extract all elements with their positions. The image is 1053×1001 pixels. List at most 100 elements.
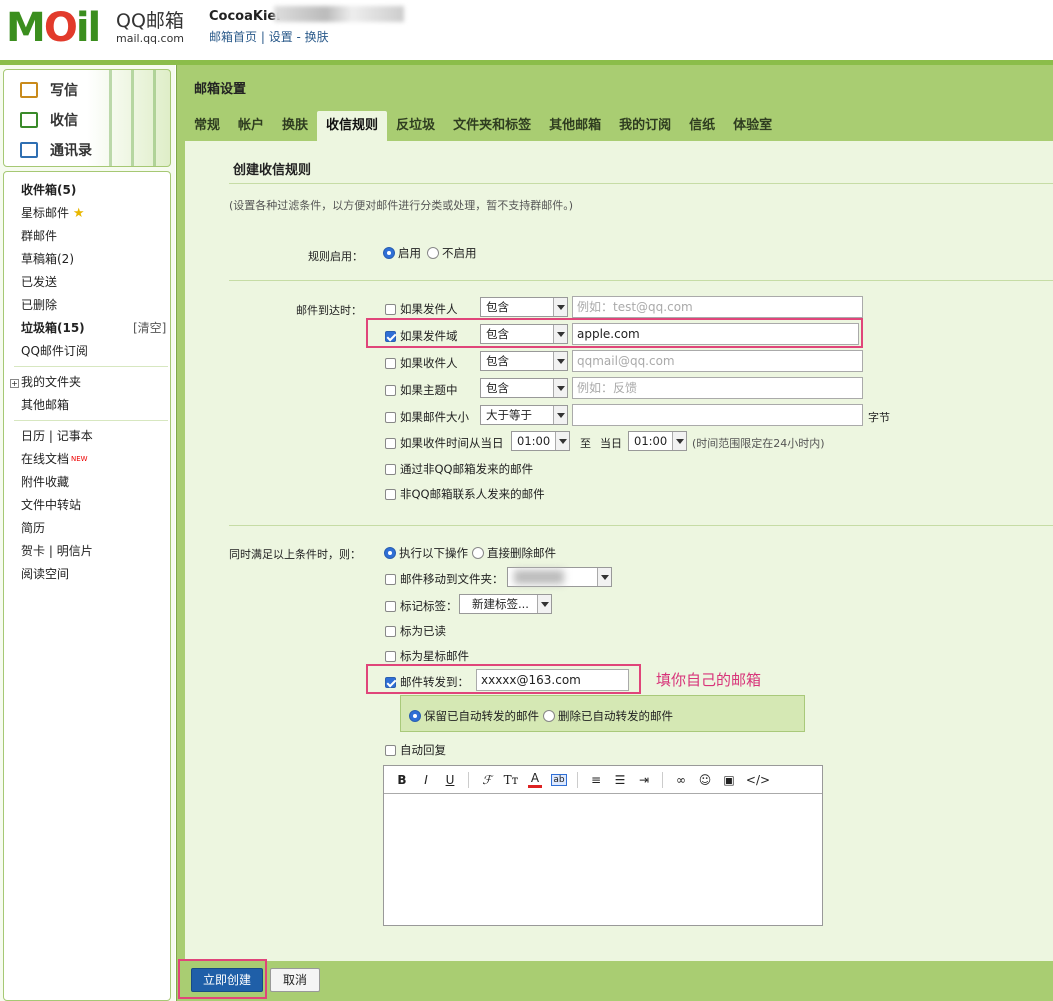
nav-attachments[interactable]: 附件收藏 — [21, 474, 69, 490]
nav-calendar[interactable]: 日历 — [21, 429, 45, 443]
time-to-label: 至 — [580, 437, 591, 450]
delete-direct-radio[interactable] — [472, 547, 484, 559]
emoji-icon[interactable]: ☺ — [693, 773, 717, 787]
compose-button[interactable]: 写信 — [20, 78, 78, 102]
page-title: 邮箱设置 — [194, 82, 247, 97]
font-family-icon[interactable]: ℱ — [475, 773, 499, 787]
cond-size-input[interactable] — [572, 404, 863, 426]
expand-icon[interactable]: + — [10, 379, 19, 388]
exec-ops-radio[interactable] — [384, 547, 396, 559]
image-icon[interactable]: ▣ — [717, 773, 741, 787]
cond-subject-checkbox[interactable] — [385, 384, 396, 396]
highlight-box — [178, 959, 267, 999]
tab-lab[interactable]: 体验室 — [724, 111, 781, 141]
cond-time-checkbox[interactable] — [385, 437, 396, 449]
cond-recipient-op-select[interactable]: 包含 — [480, 351, 568, 371]
reply-text-area[interactable] — [384, 794, 822, 925]
annotation-text: 填你自己的邮箱 — [656, 671, 762, 689]
tag-select[interactable]: 新建标签... — [459, 594, 552, 614]
cancel-button[interactable]: 取消 — [270, 968, 320, 992]
nav-inbox[interactable]: 收件箱(5) — [21, 182, 76, 198]
time-hint: (时间范围限定在24小时内) — [692, 437, 825, 450]
nav-calendar-notes: 日历 | 记事本 — [21, 429, 93, 443]
receive-button[interactable]: 收信 — [20, 108, 78, 132]
nav-postcard[interactable]: 明信片 — [57, 544, 93, 558]
action-read-checkbox[interactable] — [385, 625, 396, 637]
cond-subject-input[interactable]: 例如：反馈 — [572, 377, 863, 399]
source-code-button[interactable]: </> — [741, 773, 775, 787]
cond-sender-op-select[interactable]: 包含 — [480, 297, 568, 317]
nav-docs[interactable]: 在线文档 NEW — [21, 451, 88, 467]
nav-starred[interactable]: 星标邮件 ★ — [21, 205, 85, 222]
cond-non-contact-checkbox[interactable] — [385, 488, 396, 500]
cond-sender-checkbox[interactable] — [385, 303, 396, 315]
tab-general[interactable]: 常规 — [185, 111, 229, 141]
tab-folders-tags[interactable]: 文件夹和标签 — [444, 111, 540, 141]
tab-antispam[interactable]: 反垃圾 — [387, 111, 444, 141]
tab-skin[interactable]: 换肤 — [273, 111, 317, 141]
bg-color-icon[interactable]: ab — [551, 773, 567, 786]
move-folder-select[interactable] — [507, 567, 612, 587]
nav-deleted[interactable]: 已删除 — [21, 297, 57, 313]
bold-button[interactable]: B — [390, 773, 414, 787]
nav-subscribe[interactable]: QQ邮件订阅 — [21, 343, 88, 359]
tab-stationery[interactable]: 信纸 — [680, 111, 724, 141]
cond-non-qq: 通过非QQ邮箱发来的邮件 — [385, 461, 533, 477]
tab-rules[interactable]: 收信规则 — [317, 111, 388, 141]
chevron-down-icon — [597, 568, 611, 586]
action-tag-checkbox[interactable] — [385, 600, 396, 612]
cond-recipient-input[interactable]: qqmail@qq.com — [572, 350, 863, 372]
action-read: 标为已读 — [385, 623, 446, 639]
nav-my-folders[interactable]: + 我的文件夹 — [10, 374, 81, 390]
list-icon[interactable]: ☰ — [608, 773, 632, 787]
contacts-button[interactable]: 通讯录 — [20, 138, 92, 162]
cond-recipient-checkbox[interactable] — [385, 357, 396, 369]
nav-group[interactable]: 群邮件 — [21, 228, 57, 244]
font-color-icon[interactable]: A — [528, 771, 542, 788]
nav-resume[interactable]: 简历 — [21, 520, 45, 536]
cond-size-op-select[interactable]: 大于等于 — [480, 405, 568, 425]
action-star-checkbox[interactable] — [385, 650, 396, 662]
enable-on-radio[interactable] — [383, 247, 395, 259]
nav-reading[interactable]: 阅读空间 — [21, 566, 69, 582]
cond-subject-op-select[interactable]: 包含 — [480, 378, 568, 398]
redacted-email — [274, 6, 404, 22]
nav-notebook[interactable]: 记事本 — [57, 429, 93, 443]
cond-non-qq-checkbox[interactable] — [385, 463, 396, 475]
time-to-select[interactable]: 01:00 — [628, 431, 687, 451]
link-settings[interactable]: 设置 — [269, 30, 293, 44]
time-from-select[interactable]: 01:00 — [511, 431, 570, 451]
keep-forwarded-radio[interactable] — [409, 710, 421, 722]
tab-subscriptions[interactable]: 我的订阅 — [610, 111, 680, 141]
indent-icon[interactable]: ⇥ — [632, 773, 656, 787]
nav-card[interactable]: 贺卡 — [21, 544, 45, 558]
italic-button[interactable]: I — [414, 773, 438, 787]
nav-transfer[interactable]: 文件中转站 — [21, 497, 81, 513]
mail-logo[interactable]: MOil — [6, 8, 101, 48]
align-icon[interactable]: ≡ — [584, 773, 608, 787]
link-home[interactable]: 邮箱首页 — [209, 30, 257, 44]
divider — [229, 525, 1053, 526]
underline-button[interactable]: U — [438, 773, 462, 787]
auto-reply-checkbox[interactable] — [385, 744, 396, 756]
nav-other-mail[interactable]: 其他邮箱 — [21, 397, 69, 413]
nav-sent[interactable]: 已发送 — [21, 274, 57, 290]
cond-size-checkbox[interactable] — [385, 411, 396, 423]
tab-account[interactable]: 帐户 — [229, 111, 273, 141]
tab-other-mail[interactable]: 其他邮箱 — [540, 111, 610, 141]
cond-non-contact: 非QQ邮箱联系人发来的邮件 — [385, 486, 545, 502]
nav-drafts[interactable]: 草稿箱(2) — [21, 251, 74, 267]
nav-spam[interactable]: 垃圾箱(15) — [21, 320, 85, 336]
toolbar-divider — [662, 771, 663, 788]
enable-label: 规则启用： — [308, 250, 363, 263]
link-skin[interactable]: 换肤 — [305, 30, 329, 44]
link-icon[interactable]: ∞ — [669, 773, 693, 787]
clear-spam-link[interactable]: [清空] — [133, 320, 166, 336]
cond-sender-input[interactable]: 例如：test@qq.com — [572, 296, 863, 318]
logo-brand: QQ邮箱 — [116, 10, 184, 32]
action-move-checkbox[interactable] — [385, 573, 396, 585]
action-star: 标为星标邮件 — [385, 648, 469, 664]
enable-off-radio[interactable] — [427, 247, 439, 259]
delete-forwarded-radio[interactable] — [543, 710, 555, 722]
font-size-icon[interactable]: Tᴛ — [499, 773, 523, 787]
